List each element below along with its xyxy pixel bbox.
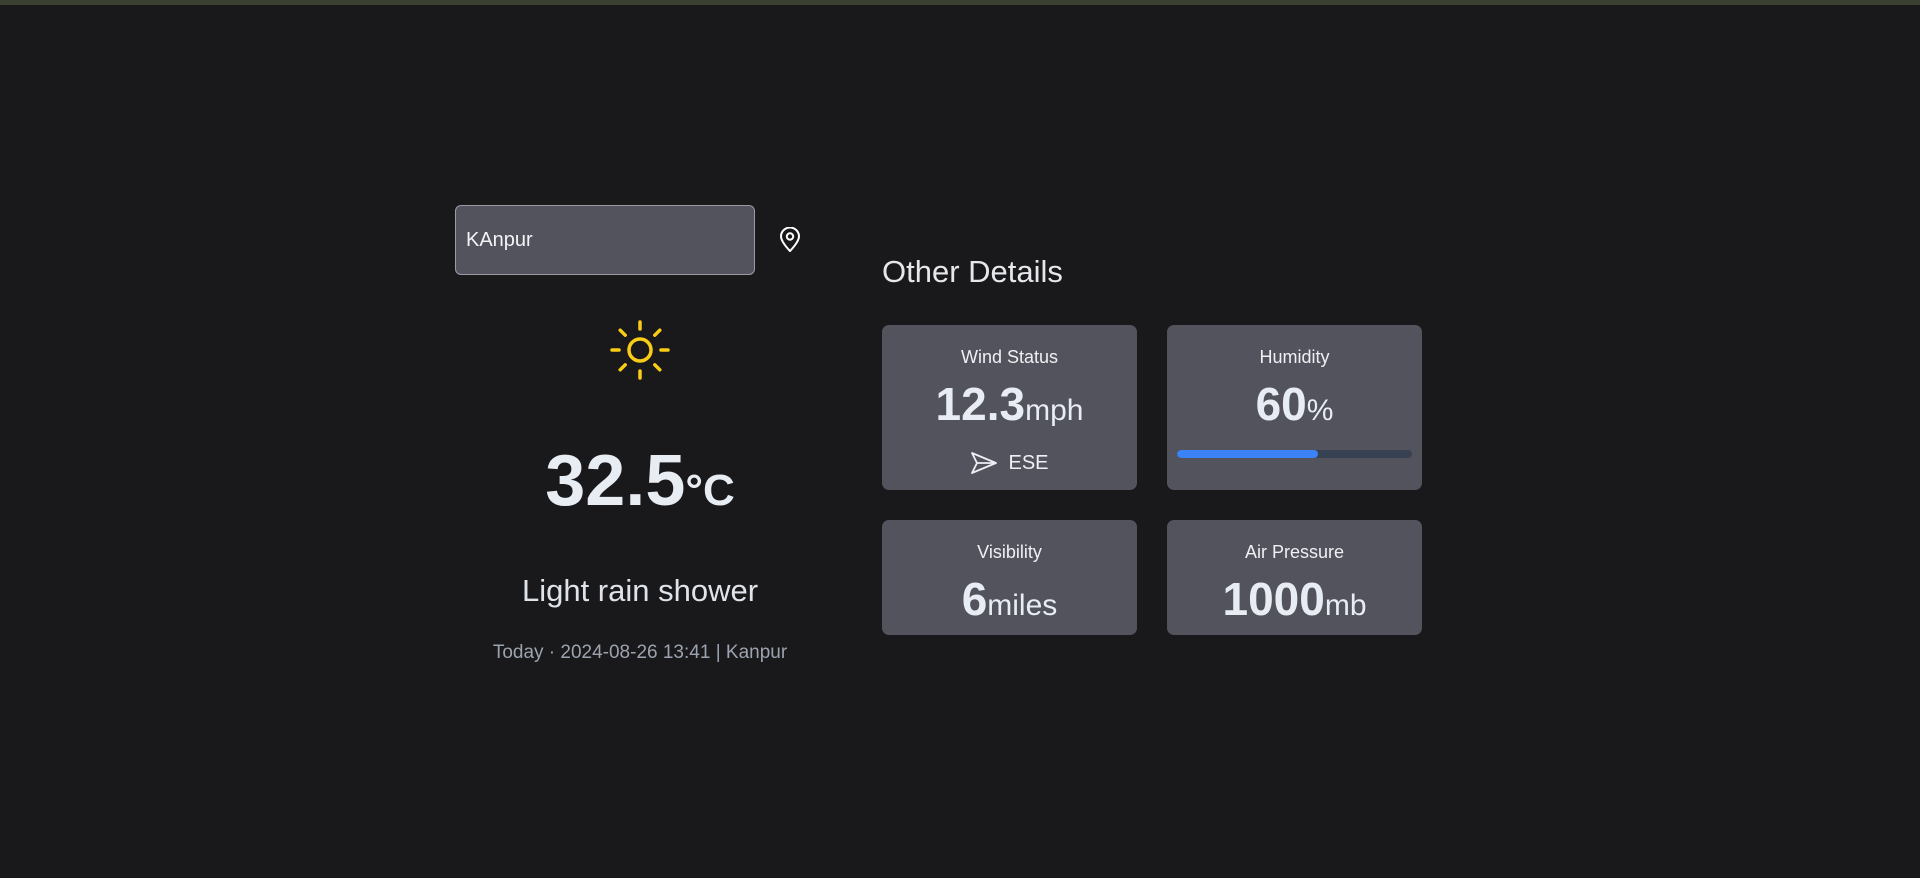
card-title: Humidity: [1259, 347, 1330, 367]
wind-speed-unit: mph: [1025, 394, 1084, 427]
temperature-value: 32.5: [545, 441, 686, 521]
humidity-progress-fill: [1177, 450, 1318, 458]
air-pressure-unit: mb: [1324, 589, 1367, 622]
air-pressure-value: 1000: [1222, 573, 1325, 625]
wind-status-card: Wind Status 12.3mph ESE: [882, 325, 1137, 490]
humidity-progress-bar: [1177, 450, 1412, 458]
wind-direction: ESE: [882, 451, 1137, 475]
map-pin-icon: [780, 227, 800, 252]
sun-icon: [610, 320, 670, 380]
current-weather-panel: 32.5°C Light rain shower Today · 2024-08…: [455, 205, 805, 663]
card-title: Visibility: [977, 542, 1042, 562]
wind-direction-label: ESE: [1008, 451, 1049, 474]
temperature: 32.5°C: [455, 440, 825, 522]
visibility-reading: 6miles: [882, 572, 1137, 626]
other-details-section: Other Details Wind Status 12.3mph ESE Hu…: [882, 254, 1422, 635]
humidity-card: Humidity 60%: [1167, 325, 1422, 490]
wind-speed: 12.3mph: [882, 377, 1137, 431]
humidity-value: 60: [1255, 378, 1307, 430]
temperature-unit: °C: [685, 466, 735, 515]
card-title: Air Pressure: [1244, 542, 1345, 562]
visibility-value: 6: [961, 573, 988, 625]
wind-speed-value: 12.3: [935, 378, 1026, 430]
visibility-card: Visibility 6miles: [882, 520, 1137, 635]
navigation-arrow-icon: [971, 452, 998, 474]
air-pressure-reading: 1000mb: [1167, 572, 1422, 626]
humidity-unit: %: [1306, 394, 1334, 427]
current-location-button[interactable]: [775, 225, 805, 255]
air-pressure-card: Air Pressure 1000mb: [1167, 520, 1422, 635]
top-strip: [0, 0, 1920, 5]
search-row: [455, 205, 805, 275]
visibility-unit: miles: [987, 589, 1058, 622]
weather-condition: Light rain shower: [521, 573, 759, 608]
city-search-input[interactable]: [455, 205, 755, 275]
card-title: Wind Status: [960, 347, 1059, 367]
section-title: Other Details: [882, 254, 1063, 289]
date-location-line: Today · 2024-08-26 13:41 | Kanpur: [492, 642, 788, 663]
humidity-reading: 60%: [1167, 377, 1422, 431]
